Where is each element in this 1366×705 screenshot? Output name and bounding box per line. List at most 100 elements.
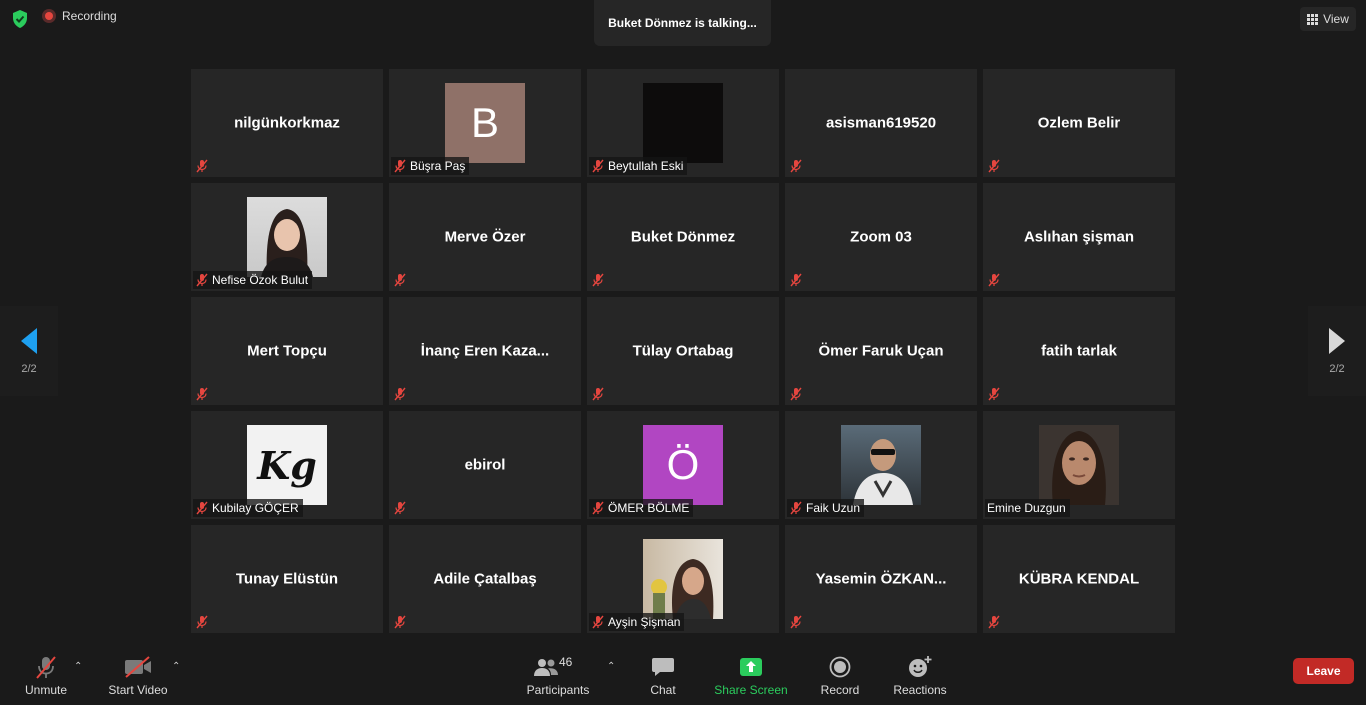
profile-photo — [247, 197, 327, 277]
participant-label-text: Faik Uzun — [806, 501, 861, 515]
participant-tile[interactable]: Merve Özer — [389, 183, 581, 291]
participant-tile[interactable]: Nefise Özok Bulut — [191, 183, 383, 291]
participant-tile[interactable]: Kg Kubilay GÖÇER — [191, 411, 383, 519]
participant-tile[interactable]: Aslıhan şişman — [983, 183, 1175, 291]
participant-tile[interactable]: B Büşra Paş — [389, 69, 581, 177]
muted-mic-icon — [591, 159, 605, 173]
leave-button[interactable]: Leave — [1293, 658, 1354, 684]
participant-name: Tülay Ortabag — [632, 342, 734, 360]
view-label: View — [1323, 12, 1349, 26]
participants-options-caret-icon[interactable]: ⌃ — [607, 661, 615, 672]
meeting-toolbar: Unmute ⌃ Start Video ⌃ 46 Participants ⌃ — [0, 647, 1366, 705]
participant-label-text: Nefise Özok Bulut — [212, 273, 309, 287]
participant-label — [391, 613, 411, 631]
recording-label: Recording — [62, 9, 117, 23]
muted-mic-icon — [195, 615, 209, 629]
muted-mic-icon — [789, 387, 803, 401]
security-shield-icon[interactable] — [10, 9, 30, 29]
share-screen-icon — [739, 653, 763, 681]
participant-label — [193, 157, 213, 175]
participant-tile[interactable]: Faik Uzun — [785, 411, 977, 519]
participant-tile[interactable]: Ö ÖMER BÖLME — [587, 411, 779, 519]
participant-label: Ayşin Şişman — [589, 613, 685, 631]
participant-label — [787, 271, 807, 289]
unmute-label: Unmute — [24, 683, 68, 697]
participant-tile[interactable]: Ayşin Şişman — [587, 525, 779, 633]
participant-tile[interactable]: Ömer Faruk Uçan — [785, 297, 977, 405]
participant-tile[interactable]: Ozlem Belir — [983, 69, 1175, 177]
start-video-button[interactable]: Start Video — [106, 647, 170, 705]
record-button[interactable]: Record — [818, 647, 862, 705]
participant-tile[interactable]: ebirol — [389, 411, 581, 519]
participant-tile[interactable]: Emine Duzgun — [983, 411, 1175, 519]
participant-tile[interactable]: Buket Dönmez — [587, 183, 779, 291]
chat-button[interactable]: Chat — [648, 647, 678, 705]
muted-mic-icon — [393, 273, 407, 287]
muted-mic-icon — [393, 387, 407, 401]
participant-tile[interactable]: fatih tarlak — [983, 297, 1175, 405]
participant-name: fatih tarlak — [1041, 342, 1117, 360]
reactions-button[interactable]: Reactions — [892, 647, 948, 705]
previous-page-button[interactable]: 2/2 — [0, 306, 58, 396]
record-label: Record — [820, 683, 860, 697]
participant-tile[interactable]: Zoom 03 — [785, 183, 977, 291]
participant-tile[interactable]: Mert Topçu — [191, 297, 383, 405]
participant-label — [391, 385, 411, 403]
record-dot-icon — [42, 9, 56, 23]
participant-tile[interactable]: KÜBRA KENDAL — [983, 525, 1175, 633]
participant-tile[interactable]: İnanç Eren Kaza... — [389, 297, 581, 405]
participants-icon: 46 — [533, 653, 583, 681]
participant-label-text: Büşra Paş — [410, 159, 466, 173]
muted-mic-icon — [987, 387, 1001, 401]
participant-tile[interactable]: Yasemin ÖZKAN... — [785, 525, 977, 633]
muted-mic-icon — [591, 387, 605, 401]
participant-tile[interactable]: Beytullah Eski — [587, 69, 779, 177]
profile-photo — [643, 539, 723, 619]
view-button[interactable]: View — [1300, 7, 1356, 31]
muted-mic-icon — [195, 387, 209, 401]
participant-label — [787, 613, 807, 631]
participant-name: Mert Topçu — [247, 342, 327, 360]
muted-mic-icon — [591, 615, 605, 629]
page-indicator-left: 2/2 — [21, 363, 37, 375]
muted-mic-icon — [195, 273, 209, 287]
participant-label-text: ÖMER BÖLME — [608, 501, 690, 515]
muted-mic-icon — [789, 501, 803, 515]
participant-label: ÖMER BÖLME — [589, 499, 694, 517]
participant-label — [985, 271, 1005, 289]
grid-icon — [1307, 13, 1319, 25]
unmute-button[interactable]: Unmute — [20, 647, 72, 705]
profile-photo — [841, 425, 921, 505]
participants-label: Participants — [526, 683, 590, 697]
participant-tile[interactable]: asisman619520 — [785, 69, 977, 177]
participant-name: Zoom 03 — [850, 228, 912, 246]
participants-button[interactable]: 46 Participants — [525, 647, 591, 705]
participant-name: asisman619520 — [825, 114, 937, 132]
muted-mic-icon — [195, 159, 209, 173]
muted-mic-icon — [591, 501, 605, 515]
reactions-label: Reactions — [893, 683, 947, 697]
participant-tile[interactable]: Tunay Elüstün — [191, 525, 383, 633]
participant-tile[interactable]: Tülay Ortabag — [587, 297, 779, 405]
video-thumbnail — [643, 83, 723, 163]
participant-name: Ömer Faruk Uçan — [818, 342, 944, 360]
muted-mic-icon — [987, 159, 1001, 173]
recording-indicator[interactable]: Recording — [42, 9, 117, 23]
muted-mic-icon — [393, 501, 407, 515]
audio-options-caret-icon[interactable]: ⌃ — [74, 661, 82, 672]
participant-label — [193, 385, 213, 403]
muted-mic-icon — [789, 273, 803, 287]
participant-label: Nefise Özok Bulut — [193, 271, 313, 289]
video-options-caret-icon[interactable]: ⌃ — [172, 661, 180, 672]
participant-tile[interactable]: Adile Çatalbaş — [389, 525, 581, 633]
next-page-button[interactable]: 2/2 — [1308, 306, 1366, 396]
muted-mic-icon — [591, 273, 605, 287]
participant-label — [787, 385, 807, 403]
participant-label — [787, 157, 807, 175]
participant-label — [193, 613, 213, 631]
page-indicator-right: 2/2 — [1329, 363, 1345, 375]
video-off-icon — [123, 653, 153, 681]
participant-label: Faik Uzun — [787, 499, 865, 517]
participant-tile[interactable]: nilgünkorkmaz — [191, 69, 383, 177]
share-screen-button[interactable]: Share Screen — [714, 647, 788, 705]
